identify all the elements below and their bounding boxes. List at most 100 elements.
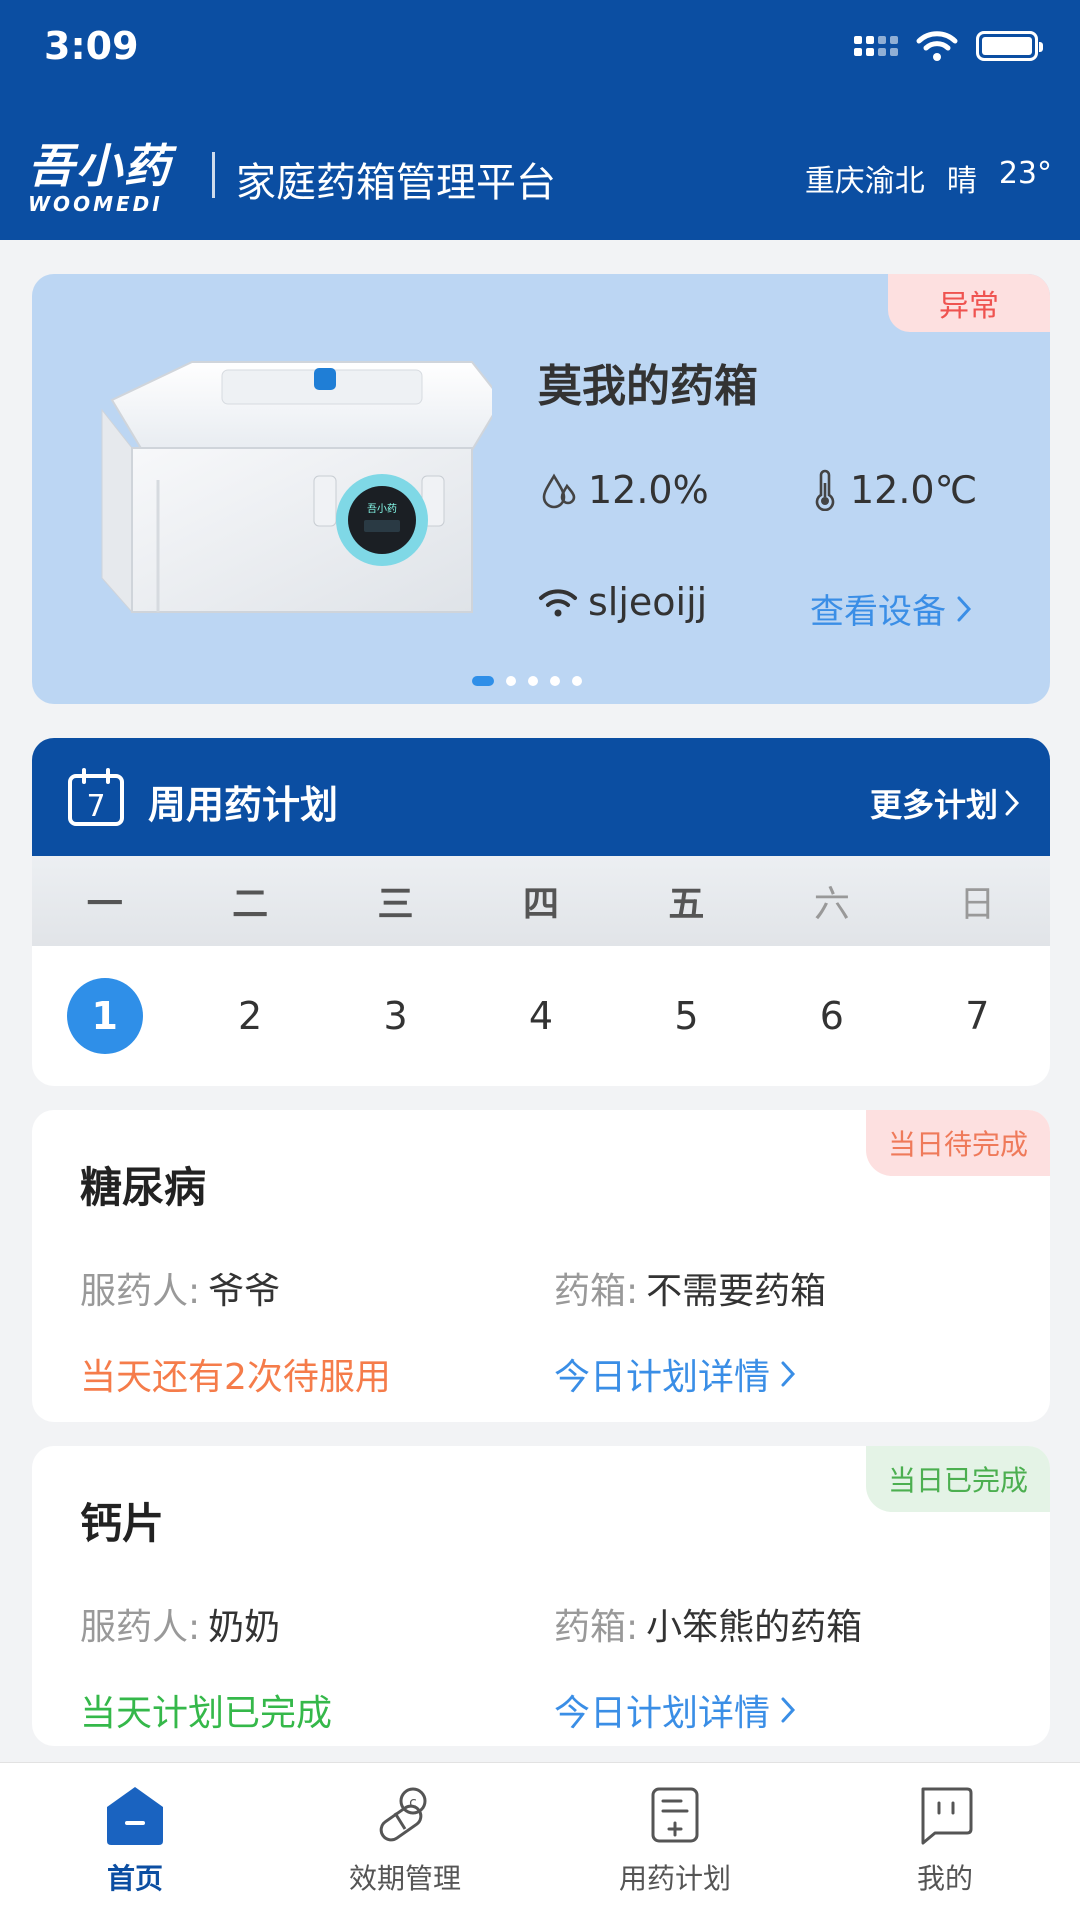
plan-taker-label: 服药人: (80, 1271, 201, 1312)
weekday-label: 一 (86, 884, 123, 925)
date-item[interactable]: 6 (759, 994, 904, 1038)
pager-dot[interactable] (528, 676, 538, 686)
status-icons (854, 30, 1043, 62)
plan-box-label: 药箱: (554, 1607, 639, 1648)
thermometer-icon (815, 469, 835, 511)
date-item[interactable]: 7 (905, 994, 1050, 1038)
pager-dot[interactable] (572, 676, 582, 686)
date-item[interactable]: 4 (468, 994, 613, 1038)
weekly-plan-header: 7 周用药计划 更多计划 (32, 738, 1050, 856)
weather-condition: 晴 (946, 164, 977, 199)
plan-box: 药箱: 小笨熊的药箱 (554, 1598, 862, 1650)
wifi-icon (916, 31, 958, 61)
battery-icon (976, 31, 1043, 61)
date-selected[interactable]: 1 (66, 978, 143, 1054)
pager-dot[interactable] (506, 676, 516, 686)
weekday-label: 二 (232, 884, 269, 925)
tab-label: 首页 (106, 1862, 163, 1895)
tab-profile[interactable]: 我的 (810, 1763, 1080, 1920)
more-plans-button[interactable]: 更多计划 (870, 780, 1020, 826)
chevron-right-icon (957, 596, 972, 621)
wifi-icon (539, 589, 577, 617)
date-item[interactable]: 5 (614, 994, 759, 1038)
home-icon (107, 1787, 163, 1845)
temperature-metric: 12.0℃ (810, 468, 977, 512)
weekday-label: 五 (668, 884, 705, 925)
wifi-metric: sljeoijj (538, 580, 707, 624)
plan-status-badge: 当日已完成 (866, 1446, 1050, 1512)
profile-icon (921, 1787, 973, 1845)
plan-name: 钙片 (80, 1499, 165, 1548)
cellular-signal-icon (854, 36, 898, 56)
plan-taker-value: 爷爷 (208, 1271, 281, 1312)
tab-expiry[interactable]: c 效期管理 (270, 1763, 540, 1920)
top-bar: 3:09 吾小药 WOOMEDI 家庭药箱管理平台 重庆渝北 晴 23° (0, 0, 1080, 240)
tab-label: 效期管理 (348, 1862, 461, 1895)
weather-info: 重庆渝北 晴 23° (805, 156, 1052, 200)
plan-box-value: 不需要药箱 (646, 1271, 827, 1312)
calendar-icon: 7 (68, 768, 124, 826)
humidity-icon (542, 473, 576, 509)
plan-card[interactable]: 当日待完成 糖尿病 服药人: 爷爷 药箱: 不需要药箱 当天还有2次待服用 今日计划… (32, 1110, 1050, 1422)
plan-message: 当天计划已完成 (80, 1693, 333, 1734)
logo-text-cn: 吾小药 (28, 139, 172, 193)
tab-medication-plan[interactable]: 用药计划 (540, 1763, 810, 1920)
plan-taker: 服药人: 爷爷 (80, 1262, 280, 1314)
temperature-value: 12.0℃ (850, 468, 978, 512)
date-item[interactable]: 3 (323, 994, 468, 1038)
svg-text:吾小药: 吾小药 (367, 503, 397, 515)
chevron-right-icon (781, 1361, 796, 1387)
pager-dot[interactable] (550, 676, 560, 686)
pager-dot[interactable] (472, 676, 494, 686)
weekday-label: 四 (522, 884, 559, 925)
bottom-tab-bar: 首页 c 效期管理 用药计划 我的 (0, 1762, 1080, 1920)
device-name: 莫我的药箱 (538, 361, 758, 412)
weather-temperature: 23° (998, 156, 1052, 191)
plan-detail-label: 今日计划详情 (554, 1693, 771, 1734)
tab-label: 我的 (916, 1862, 973, 1895)
plan-box-label: 药箱: (554, 1271, 639, 1312)
plan-detail-link[interactable]: 今日计划详情 (554, 1684, 796, 1736)
medicine-box-image: 吾小药 (101, 361, 492, 614)
pills-icon: c (379, 1787, 427, 1842)
tab-label: 用药计划 (618, 1862, 731, 1895)
tab-home[interactable]: 首页 (0, 1763, 270, 1920)
plan-detail-link[interactable]: 今日计划详情 (554, 1348, 796, 1400)
weekday-label: 日 (959, 884, 996, 925)
device-status-tag: 异常 (888, 274, 1050, 332)
chevron-right-icon (1005, 790, 1020, 816)
status-time: 3:09 (44, 24, 139, 68)
view-device-link[interactable]: 查看设备 (810, 584, 972, 633)
page-title: 家庭药箱管理平台 (236, 160, 556, 206)
plan-message: 当天还有2次待服用 (80, 1357, 391, 1398)
plan-status-badge: 当日待完成 (866, 1110, 1050, 1176)
plan-icon (651, 1787, 699, 1843)
plan-taker-value: 奶奶 (208, 1607, 281, 1648)
device-card[interactable]: 异常 吾小药 莫我的药箱 12.0% 12.0℃ sljeoijj 查看设备 (32, 274, 1050, 704)
weekday-labels: 一 二 三 四 五 六 日 (32, 856, 1050, 946)
calendar-icon-text: 7 (86, 789, 105, 824)
humidity-value: 12.0% (588, 468, 709, 512)
plan-box-value: 小笨熊的药箱 (646, 1607, 863, 1648)
plan-name: 糖尿病 (80, 1163, 207, 1212)
carousel-pager (472, 676, 582, 686)
app-logo: 吾小药 WOOMEDI (28, 142, 172, 216)
date-item[interactable]: 2 (177, 994, 322, 1038)
plan-box: 药箱: 不需要药箱 (554, 1262, 826, 1314)
plan-taker: 服药人: 奶奶 (80, 1598, 280, 1650)
weekday-label: 六 (813, 884, 850, 925)
plan-card[interactable]: 当日已完成 钙片 服药人: 奶奶 药箱: 小笨熊的药箱 当天计划已完成 今日计划详情 (32, 1446, 1050, 1746)
header-divider (212, 152, 215, 198)
chevron-right-icon (781, 1697, 796, 1723)
week-dates: 1 2 3 4 5 6 7 (32, 946, 1050, 1086)
plan-taker-label: 服药人: (80, 1607, 201, 1648)
logo-text-en: WOOMEDI (28, 192, 163, 216)
humidity-metric: 12.0% (538, 468, 709, 512)
more-plans-label: 更多计划 (869, 786, 998, 824)
view-device-label: 查看设备 (810, 592, 946, 632)
wifi-name: sljeoijj (588, 580, 708, 624)
weekly-plan-title: 周用药计划 (148, 783, 339, 827)
weekday-label: 三 (377, 884, 414, 925)
weather-location: 重庆渝北 (804, 164, 925, 199)
plan-detail-label: 今日计划详情 (554, 1357, 771, 1398)
